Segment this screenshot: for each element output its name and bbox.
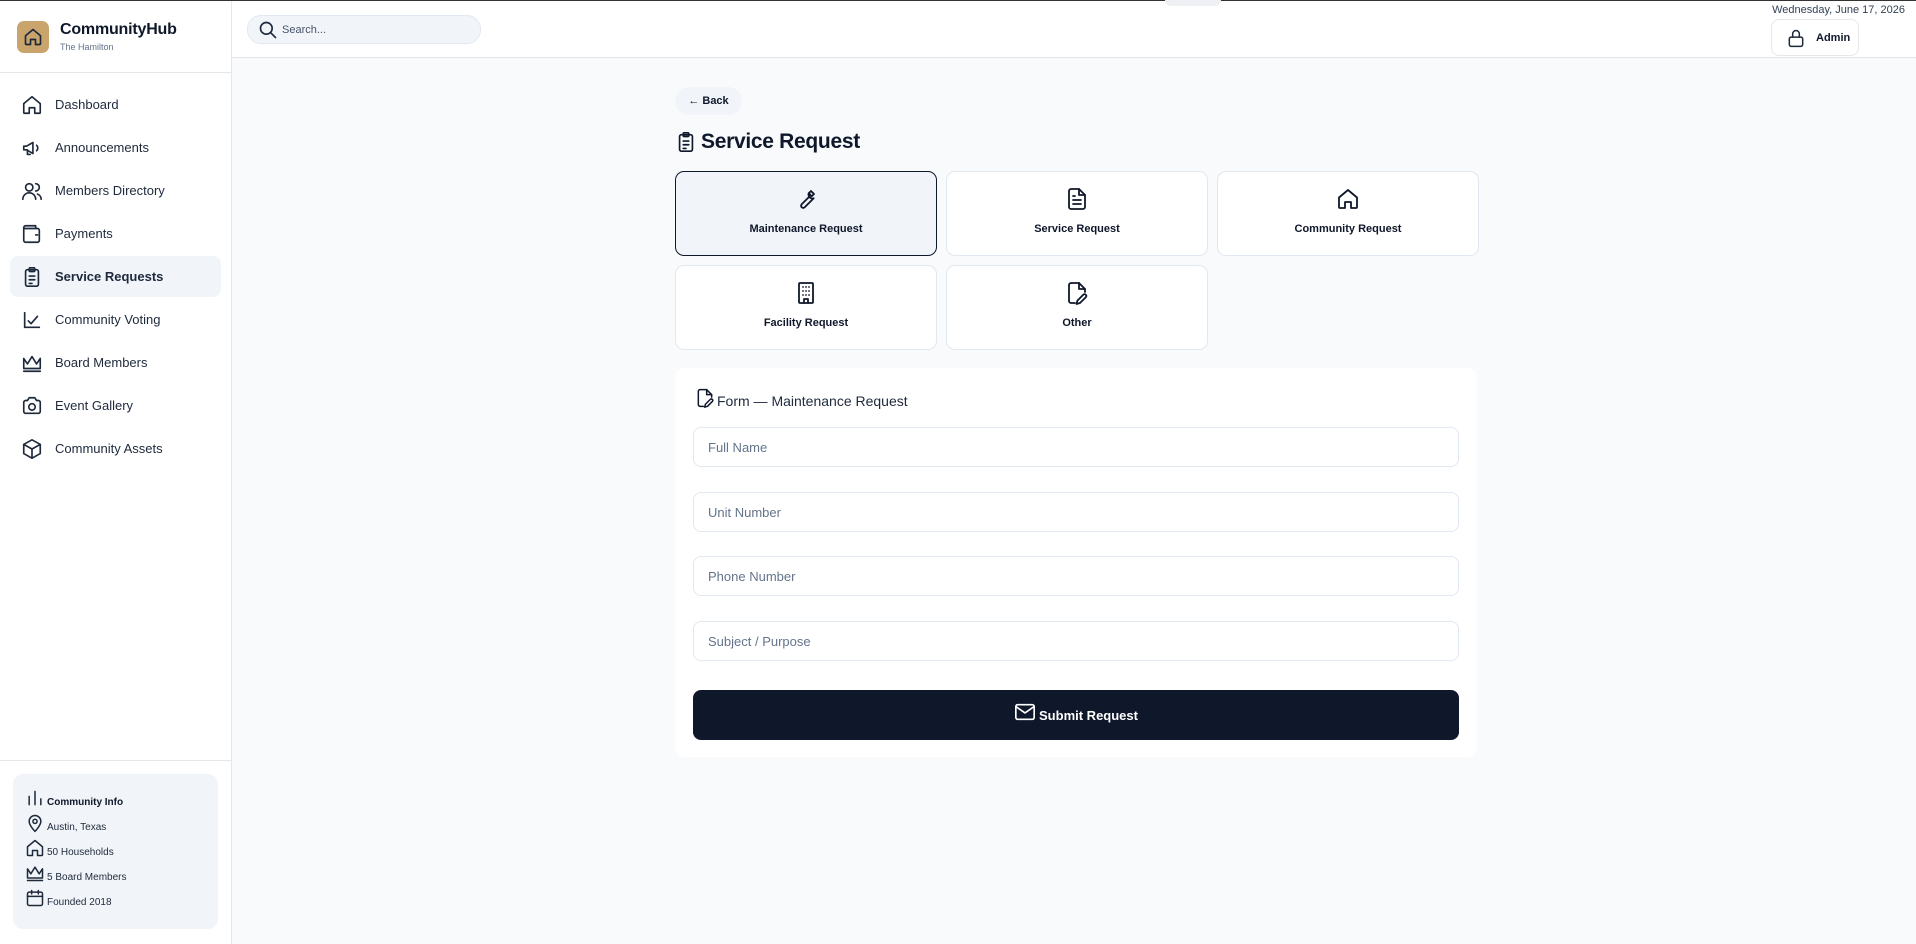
- sidebar-item-board-members[interactable]: Board Members: [10, 342, 221, 383]
- search-input[interactable]: [282, 23, 472, 36]
- window-notch: [1165, 0, 1221, 6]
- unit-number-field[interactable]: [693, 492, 1459, 532]
- sidebar-item-label: Board Members: [55, 355, 148, 370]
- sidebar-item-event-gallery[interactable]: Event Gallery: [10, 385, 221, 426]
- admin-label: Admin: [1816, 31, 1851, 44]
- sidebar-item-community-assets[interactable]: Community Assets: [10, 428, 221, 469]
- sidebar-nav: Dashboard Announcements Members Director…: [0, 73, 231, 469]
- file-edit-icon: [695, 387, 715, 409]
- category-label: Facility Request: [763, 317, 849, 329]
- sidebar-item-payments[interactable]: Payments: [10, 213, 221, 254]
- form-title-text: Form — Maintenance Request: [717, 393, 908, 409]
- sidebar: CommunityHub The Hamilton Dashboard Anno…: [0, 1, 232, 944]
- full-name-field[interactable]: [693, 427, 1459, 467]
- users-icon: [21, 180, 43, 202]
- category-community-request[interactable]: Community Request: [1217, 171, 1479, 256]
- sidebar-item-label: Announcements: [55, 140, 149, 155]
- brand-logo-home-icon: [17, 20, 49, 53]
- home-icon: [1336, 187, 1360, 211]
- phone-number-field[interactable]: [693, 556, 1459, 596]
- sidebar-item-label: Event Gallery: [55, 398, 134, 413]
- community-info-households: 50 Households: [25, 833, 206, 858]
- brand[interactable]: CommunityHub The Hamilton: [0, 1, 231, 73]
- sidebar-item-service-requests[interactable]: Service Requests: [10, 256, 221, 297]
- building-icon: [794, 281, 818, 305]
- category-facility-request[interactable]: Facility Request: [675, 265, 937, 350]
- box-icon: [21, 438, 43, 460]
- community-info-title: Community Info: [25, 786, 206, 808]
- crown-icon: [21, 352, 43, 374]
- wrench-icon: [794, 187, 818, 211]
- sidebar-footer: Community Info Austin, Texas 50 Househol…: [0, 760, 231, 944]
- sidebar-item-label: Dashboard: [55, 97, 119, 112]
- category-label: Other: [1062, 317, 1092, 329]
- top-header: Wednesday, June 17, 2026 Admin: [232, 0, 1916, 58]
- home-icon: [25, 838, 45, 858]
- mail-icon: [1014, 701, 1036, 723]
- vote-icon: [21, 309, 43, 331]
- current-date: Wednesday, June 17, 2026: [1772, 4, 1905, 16]
- sidebar-item-members-directory[interactable]: Members Directory: [10, 170, 221, 211]
- category-label: Maintenance Request: [749, 223, 863, 235]
- page-title: Service Request: [675, 130, 860, 154]
- category-label: Service Request: [1034, 223, 1120, 235]
- map-pin-icon: [25, 813, 45, 833]
- document-icon: [1065, 187, 1089, 211]
- community-info-location: Austin, Texas: [25, 808, 206, 833]
- crown-icon: [25, 863, 45, 883]
- category-maintenance-request[interactable]: Maintenance Request: [675, 171, 937, 256]
- sidebar-item-label: Service Requests: [55, 269, 164, 284]
- clipboard-icon: [21, 266, 43, 288]
- sidebar-item-label: Community Voting: [55, 312, 161, 327]
- wallet-icon: [21, 223, 43, 245]
- search-icon: [258, 20, 278, 40]
- sidebar-item-dashboard[interactable]: Dashboard: [10, 84, 221, 125]
- sidebar-item-community-voting[interactable]: Community Voting: [10, 299, 221, 340]
- category-other[interactable]: Other: [946, 265, 1208, 350]
- search-bar[interactable]: [247, 15, 481, 44]
- community-info-board: 5 Board Members: [25, 858, 206, 883]
- form-title: Form — Maintenance Request: [693, 387, 908, 409]
- sidebar-item-label: Members Directory: [55, 183, 165, 198]
- camera-icon: [21, 395, 43, 417]
- community-info-card: Community Info Austin, Texas 50 Househol…: [13, 774, 218, 929]
- request-form: Form — Maintenance Request Submit Reques…: [675, 368, 1477, 757]
- bar-chart-icon: [25, 788, 45, 808]
- admin-button[interactable]: Admin: [1771, 19, 1859, 56]
- submit-request-button[interactable]: Submit Request: [693, 690, 1459, 740]
- clipboard-icon: [675, 130, 697, 154]
- megaphone-icon: [21, 137, 43, 159]
- brand-subtitle: The Hamilton: [60, 42, 114, 52]
- sidebar-item-announcements[interactable]: Announcements: [10, 127, 221, 168]
- brand-name: CommunityHub: [60, 21, 177, 38]
- category-label: Community Request: [1294, 223, 1402, 235]
- sidebar-item-label: Payments: [55, 226, 113, 241]
- back-button[interactable]: ← Back: [675, 87, 742, 115]
- submit-label: Submit Request: [1039, 707, 1138, 723]
- calendar-icon: [25, 888, 45, 908]
- file-edit-icon: [1065, 281, 1089, 305]
- page-title-text: Service Request: [701, 130, 860, 153]
- lock-icon: [1786, 28, 1806, 48]
- community-info-founded: Founded 2018: [25, 883, 206, 908]
- category-service-request[interactable]: Service Request: [946, 171, 1208, 256]
- home-icon: [21, 94, 43, 116]
- sidebar-item-label: Community Assets: [55, 441, 163, 456]
- subject-field[interactable]: [693, 621, 1459, 661]
